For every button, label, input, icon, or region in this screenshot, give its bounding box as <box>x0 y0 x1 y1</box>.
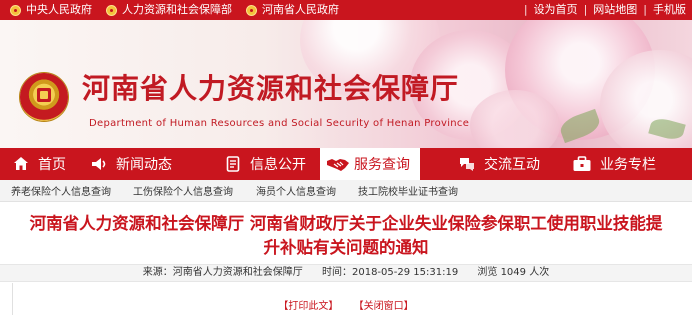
main-nav: 首页 新闻动态 信息公开 服务查询 交流互动 业务专栏 <box>0 148 692 180</box>
print-button[interactable]: 【打印此文】 <box>278 301 338 312</box>
article-title-line: 升补贴有关问题的通知 <box>263 238 429 257</box>
top-right-links: | 设为首页 | 网站地图 | 手机版 <box>524 0 692 20</box>
article-time: 时间：2018-05-29 15:31:19 <box>321 267 459 278</box>
nav-label: 新闻动态 <box>116 157 172 173</box>
subnav-injury-insurance-query[interactable]: 工伤保险个人信息查询 <box>133 183 233 198</box>
national-emblem-logo <box>20 73 68 121</box>
article-source: 来源：河南省人力资源和社会保障厅 <box>142 267 303 278</box>
briefcase-icon <box>572 155 592 173</box>
nav-news[interactable]: 新闻动态 <box>84 148 202 180</box>
article-actions: 【打印此文】 【关闭窗口】 <box>0 297 692 312</box>
sitemap-link[interactable]: 网站地图 <box>593 0 637 20</box>
nav-home[interactable]: 首页 <box>0 148 84 180</box>
nav-label: 信息公开 <box>250 157 306 173</box>
top-link-label: 人力资源和社会保障部 <box>122 3 232 16</box>
speaker-icon <box>90 155 108 173</box>
article-views: 浏览 1049 人次 <box>477 267 550 278</box>
subnav-pension-query[interactable]: 养老保险个人信息查询 <box>11 183 111 198</box>
site-subtitle: Department of Human Resources and Social… <box>89 118 470 129</box>
top-link-central-gov[interactable]: 中央人民政府 <box>10 0 92 20</box>
nav-service-query[interactable]: 服务查询 <box>320 148 420 180</box>
chat-bubbles-icon <box>458 155 476 173</box>
subnav-seafarer-query[interactable]: 海员个人信息查询 <box>256 183 336 198</box>
top-link-henan-gov[interactable]: 河南省人民政府 <box>246 0 339 20</box>
nav-label: 交流互动 <box>484 157 540 173</box>
article-title-line: 河南省人力资源和社会保障厅 河南省财政厅关于企业失业保险参保职工使用职业技能提 <box>29 214 663 233</box>
close-window-button[interactable]: 【关闭窗口】 <box>354 301 414 312</box>
nav-label: 首页 <box>38 157 66 173</box>
set-homepage-link[interactable]: 设为首页 <box>534 0 578 20</box>
separator: | <box>523 3 528 16</box>
national-emblem-icon <box>246 4 257 16</box>
separator: | <box>643 3 647 16</box>
home-icon <box>12 155 30 173</box>
top-link-label: 中央人民政府 <box>26 3 92 16</box>
handshake-icon <box>326 155 350 173</box>
subnav-technical-school-certificate-query[interactable]: 技工院校毕业证书查询 <box>358 183 458 198</box>
article-title: 河南省人力资源和社会保障厅 河南省财政厅关于企业失业保险参保职工使用职业技能提 … <box>0 212 692 260</box>
nav-interaction[interactable]: 交流互动 <box>420 148 568 180</box>
article-meta: 来源：河南省人力资源和社会保障厅 时间：2018-05-29 15:31:19 … <box>0 264 692 282</box>
nav-special-topics[interactable]: 业务专栏 <box>568 148 688 180</box>
site-title: 河南省人力资源和社会保障厅 <box>82 72 460 105</box>
site-banner: 河南省人力资源和社会保障厅 Department of Human Resour… <box>0 20 692 148</box>
top-link-mohrss[interactable]: 人力资源和社会保障部 <box>106 0 232 20</box>
nav-info-public[interactable]: 信息公开 <box>202 148 320 180</box>
national-emblem-icon <box>106 4 117 16</box>
top-bar: 中央人民政府 人力资源和社会保障部 河南省人民政府 | 设为首页 | 网站地图 … <box>0 0 692 20</box>
separator: | <box>583 3 588 16</box>
nav-label: 业务专栏 <box>600 157 656 173</box>
mobile-version-link[interactable]: 手机版 <box>653 0 686 20</box>
sub-nav: 养老保险个人信息查询 工伤保险个人信息查询 海员个人信息查询 技工院校毕业证书查… <box>0 180 692 202</box>
top-links: 中央人民政府 人力资源和社会保障部 河南省人民政府 <box>0 0 344 20</box>
nav-label: 服务查询 <box>354 157 410 173</box>
national-emblem-icon <box>10 4 21 16</box>
top-link-label: 河南省人民政府 <box>262 3 339 16</box>
document-icon <box>224 155 242 173</box>
